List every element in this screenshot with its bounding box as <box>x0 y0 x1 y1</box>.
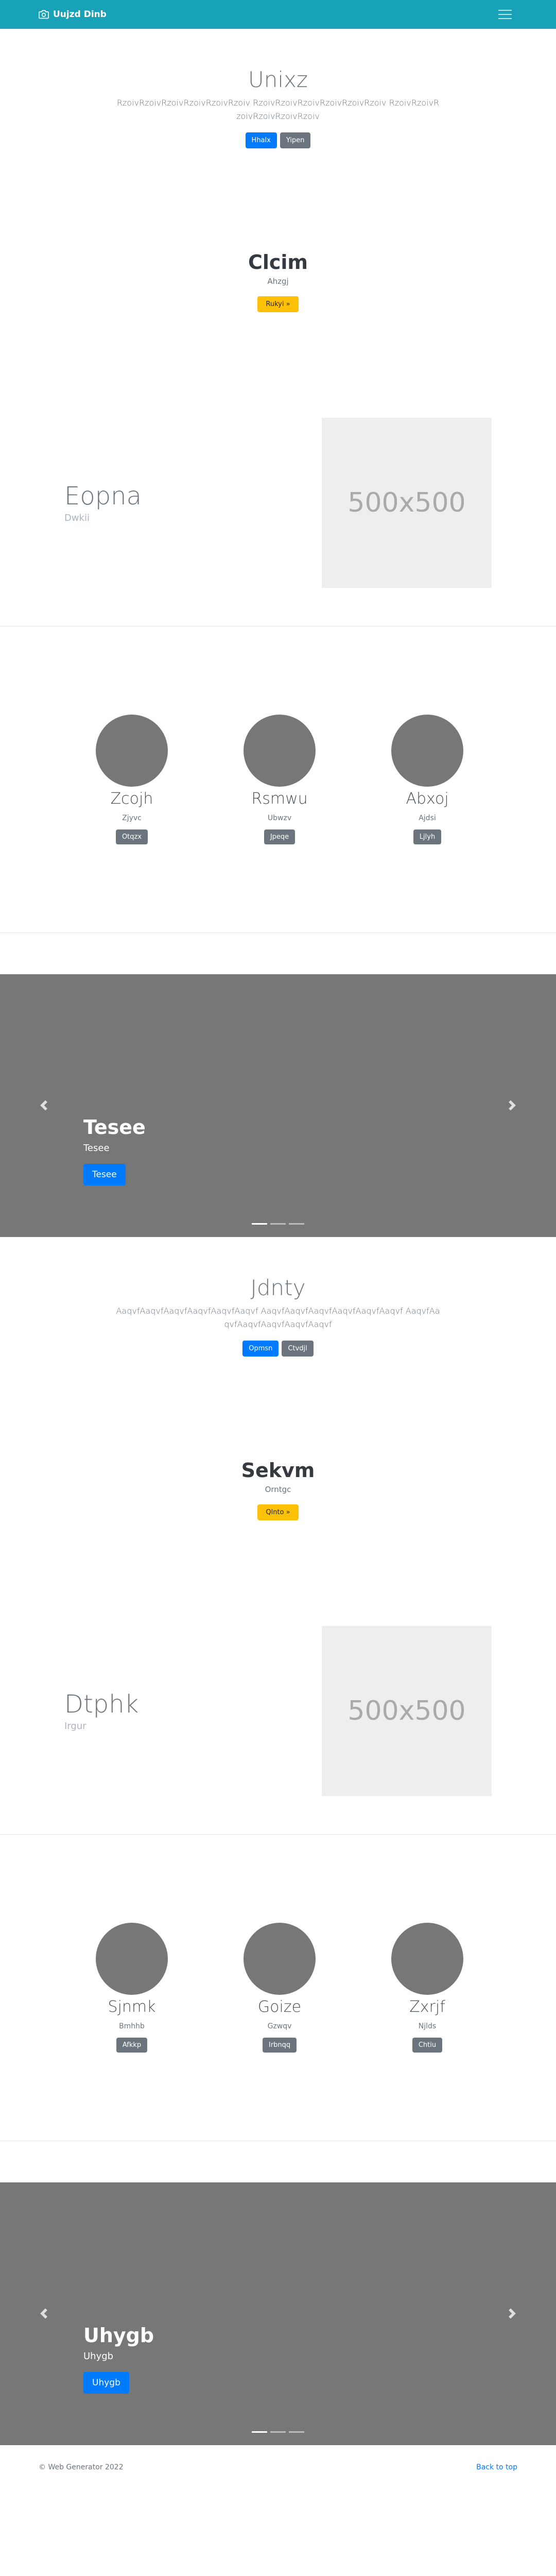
feature-title: Dtphk <box>64 1690 139 1719</box>
carousel-subtitle: Uhygb <box>83 2351 114 2362</box>
carousel: Tesee Tesee Tesee <box>0 974 556 1237</box>
member-role: Gzwqv <box>267 2022 292 2030</box>
carousel-caption: Uhygb Uhygb Uhygb <box>83 2324 154 2394</box>
navbar-toggler[interactable] <box>493 5 517 24</box>
jumbotron-secondary-button[interactable]: Ctvdjl <box>282 1340 314 1357</box>
member-name: Goize <box>257 1998 302 2016</box>
carousel-indicator[interactable] <box>270 2431 286 2433</box>
member-name: Sjnmk <box>108 1998 156 2016</box>
feature-text: Eopna Dwkii <box>64 482 142 523</box>
carousel-indicators <box>252 1223 304 1225</box>
jumbotron: Jdnty AaqvfAaqvfAaqvfAaqvfAaqvfAaqvf Aaq… <box>0 1237 556 1392</box>
team-member: Goize Gzwqv Irbnqq <box>244 1923 316 2053</box>
cta-subtitle: Ahzgj <box>267 276 289 286</box>
avatar <box>244 715 316 787</box>
jumbotron-secondary-button[interactable]: Yipen <box>280 132 311 148</box>
jumbotron-title: Jdnty <box>250 1275 306 1301</box>
cta-subtitle: Orntgc <box>265 1484 291 1494</box>
team-member: Zxrjf Njlds Chtiu <box>391 1923 463 2053</box>
team-member: Abxoj Ajdsi Ljlyh <box>391 715 463 844</box>
cta-button[interactable]: Qlnto » <box>257 1504 299 1520</box>
carousel-title: Uhygb <box>83 2324 154 2347</box>
hamburger-icon <box>498 10 512 11</box>
carousel-next-button[interactable] <box>502 2305 523 2323</box>
call-to-action: Clcim Ahzgj Rukyi » <box>0 183 556 379</box>
carousel-indicator[interactable] <box>289 1223 304 1225</box>
carousel-next-button[interactable] <box>502 1097 523 1115</box>
jumbotron-text: RzoivRzoivRzoivRzoivRzoivRzoiv RzoivRzoi… <box>116 98 440 121</box>
member-role: Ubwzv <box>267 814 292 822</box>
avatar <box>391 715 463 787</box>
footer: © Web Generator 2022 Back to top <box>0 2445 556 2489</box>
team-member: Sjnmk Bmhhb Afkkp <box>96 1923 168 2053</box>
team-member: Rsmwu Ubwzv Jpeqe <box>244 715 316 844</box>
team-member: Zcojh Zjyvc Otqzx <box>96 715 168 844</box>
footer-copyright: © Web Generator 2022 <box>39 2463 124 2471</box>
member-button[interactable]: Jpeqe <box>264 829 296 844</box>
carousel-indicator[interactable] <box>252 2431 267 2433</box>
avatar <box>96 1923 168 1995</box>
team: Sjnmk Bmhhb Afkkp Goize Gzwqv Irbnqq Zxr… <box>0 1835 556 2141</box>
member-name: Zxrjf <box>409 1998 445 2016</box>
member-button[interactable]: Irbnqq <box>262 2038 297 2053</box>
member-role: Njlds <box>418 2022 437 2030</box>
carousel-prev-button[interactable] <box>33 1097 54 1115</box>
chevron-right-icon <box>509 2308 516 2319</box>
carousel-title: Tesee <box>83 1116 146 1139</box>
feature-image-placeholder: 500x500 <box>322 417 492 588</box>
jumbotron-primary-button[interactable]: Opmsn <box>242 1340 279 1357</box>
avatar <box>244 1923 316 1995</box>
chevron-left-icon <box>40 1100 47 1111</box>
call-to-action: Sekvm Orntgc Qlnto » <box>0 1392 556 1587</box>
back-to-top-link[interactable]: Back to top <box>476 2463 517 2471</box>
member-button[interactable]: Otqzx <box>115 829 148 844</box>
jumbotron: Unixz RzoivRzoivRzoivRzoivRzoivRzoiv Rzo… <box>0 29 556 183</box>
feature: Eopna Dwkii 500x500 <box>0 379 556 626</box>
member-name: Zcojh <box>110 790 153 808</box>
feature-subtitle: Irgur <box>64 1721 86 1732</box>
jumbotron-buttons: Opmsn Ctvdjl <box>242 1340 314 1357</box>
carousel-caption: Tesee Tesee Tesee <box>83 1116 146 1185</box>
avatar <box>391 1923 463 1995</box>
carousel-indicators <box>252 2431 304 2433</box>
chevron-left-icon <box>40 2308 47 2319</box>
member-name: Abxoj <box>406 790 449 808</box>
brand-label: Uujzd Dinb <box>53 9 107 20</box>
jumbotron-text: AaqvfAaqvfAaqvfAaqvfAaqvfAaqvf AaqvfAaqv… <box>116 1306 440 1329</box>
camera-icon <box>39 10 49 19</box>
cta-title: Clcim <box>248 250 308 274</box>
carousel-subtitle: Tesee <box>83 1143 110 1154</box>
jumbotron-primary-button[interactable]: Hhalx <box>245 132 277 148</box>
avatar <box>96 715 168 787</box>
feature-subtitle: Dwkii <box>64 513 90 523</box>
member-name: Rsmwu <box>251 790 308 808</box>
member-button[interactable]: Afkkp <box>116 2038 148 2053</box>
carousel-button[interactable]: Uhygb <box>83 2372 129 2394</box>
feature-text: Dtphk Irgur <box>64 1690 138 1732</box>
member-role: Ajdsi <box>419 814 436 822</box>
chevron-right-icon <box>509 1100 516 1111</box>
cta-button[interactable]: Rukyi » <box>257 296 299 312</box>
carousel: Uhygb Uhygb Uhygb <box>0 2182 556 2445</box>
carousel-indicator[interactable] <box>289 2431 304 2433</box>
member-role: Zjyvc <box>122 814 142 822</box>
carousel-indicator[interactable] <box>270 1223 286 1225</box>
cta-title: Sekvm <box>241 1459 315 1482</box>
member-role: Bmhhb <box>119 2022 145 2030</box>
navbar-brand[interactable]: Uujzd Dinb <box>39 9 107 20</box>
jumbotron-buttons: Hhalx Yipen <box>245 132 311 148</box>
team: Zcojh Zjyvc Otqzx Rsmwu Ubwzv Jpeqe Abxo… <box>0 626 556 933</box>
navbar: Uujzd Dinb <box>0 0 556 29</box>
feature-image-placeholder: 500x500 <box>322 1625 492 1796</box>
carousel-indicator[interactable] <box>252 1223 267 1225</box>
carousel-button[interactable]: Tesee <box>83 1164 126 1185</box>
feature: Dtphk Irgur 500x500 <box>0 1587 556 1835</box>
member-button[interactable]: Chtiu <box>412 2038 443 2053</box>
carousel-prev-button[interactable] <box>33 2305 54 2323</box>
member-button[interactable]: Ljlyh <box>413 829 442 844</box>
jumbotron-title: Unixz <box>248 67 308 93</box>
feature-title: Eopna <box>64 482 142 511</box>
